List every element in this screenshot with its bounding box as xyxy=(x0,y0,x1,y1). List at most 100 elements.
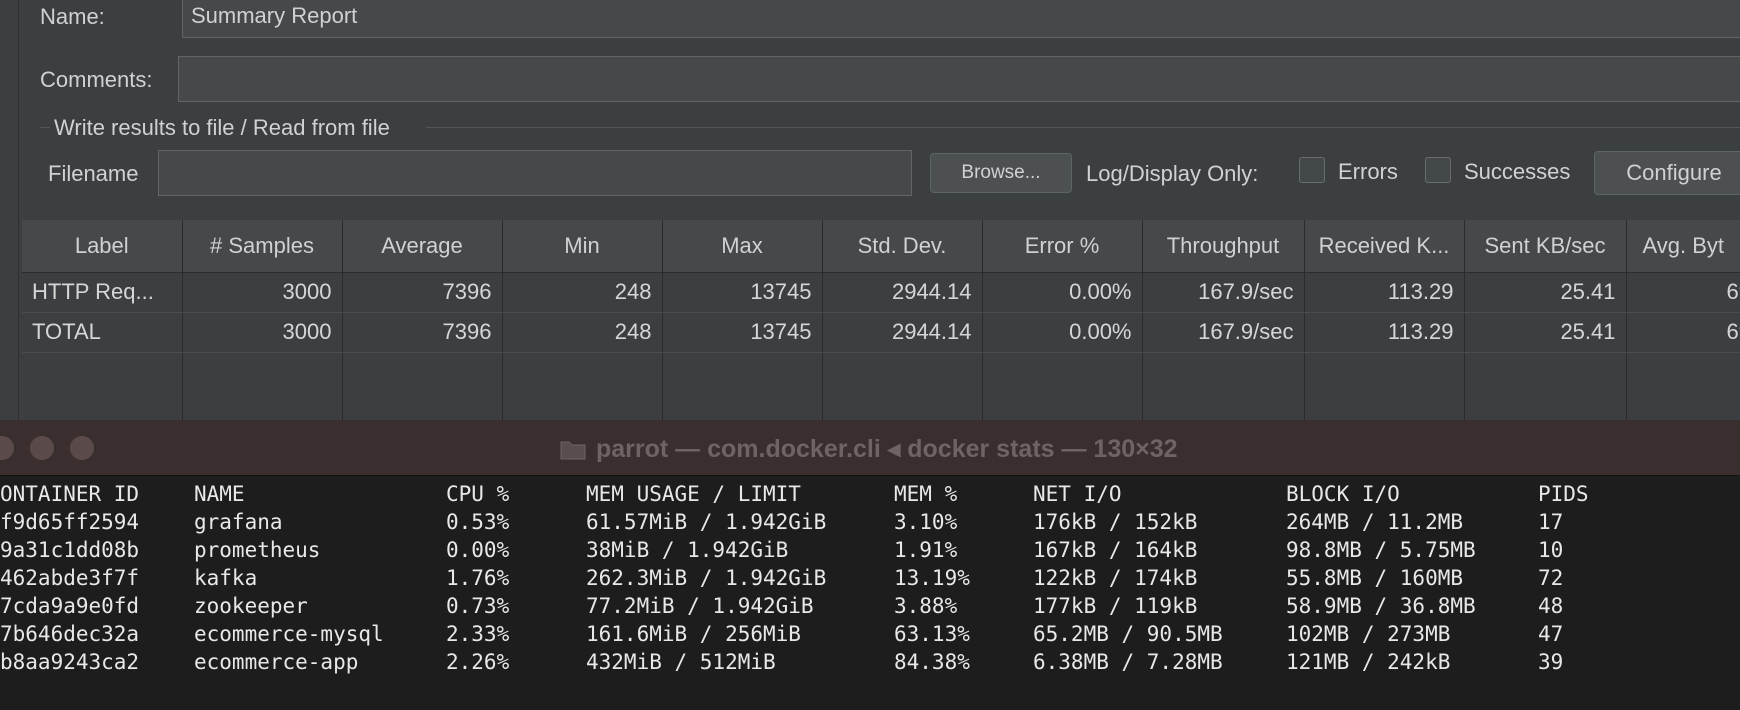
net-io: 6.38MB / 7.28MB xyxy=(1033,650,1223,674)
successes-label: Successes xyxy=(1464,159,1571,184)
stats-row: f9d65ff2594 grafana 0.53% 61.57MiB / 1.9… xyxy=(0,510,1740,538)
terminal-window: parrot — com.docker.cli ◂ docker stats —… xyxy=(0,420,1740,710)
file-group-title: Write results to file / Read from file xyxy=(54,115,390,140)
stats-row: 7cda9a9e0fd zookeeper 0.73% 77.2MiB / 1.… xyxy=(0,594,1740,622)
filename-label: Filename xyxy=(48,161,139,186)
cpu-percent: 0.53% xyxy=(446,510,510,534)
browse-button[interactable]: Browse... xyxy=(930,153,1072,193)
mem-usage: 262.3MiB / 1.942GiB xyxy=(586,566,827,590)
cpu-percent: 0.00% xyxy=(446,538,510,562)
pids: 17 xyxy=(1538,510,1564,534)
column-header[interactable]: Label xyxy=(22,220,183,273)
group-border-left xyxy=(40,127,50,128)
comments-label: Comments: xyxy=(40,67,153,92)
terminal-titlebar[interactable]: parrot — com.docker.cli ◂ docker stats —… xyxy=(0,420,1740,476)
docker-stats-output: ONTAINER ID NAME CPU % MEM USAGE / LIMIT… xyxy=(0,482,1740,678)
zoom-window-button[interactable] xyxy=(70,436,94,460)
table-cell: 7396 xyxy=(342,312,503,353)
group-border-right xyxy=(426,127,1740,128)
block-io: 121MB / 242kB xyxy=(1286,650,1451,674)
table-cell: 25.41 xyxy=(1464,272,1627,313)
mem-percent: 13.19% xyxy=(894,566,970,590)
table-empty-area xyxy=(22,352,1740,420)
stats-header: ONTAINER ID xyxy=(0,482,140,506)
column-header[interactable]: Error % xyxy=(982,220,1143,273)
net-io: 176kB / 152kB xyxy=(1033,510,1198,534)
net-io: 177kB / 119kB xyxy=(1033,594,1198,618)
pids: 72 xyxy=(1538,566,1564,590)
table-cell: 167.9/sec xyxy=(1142,272,1305,313)
stats-row: b8aa9243ca2 ecommerce-app 2.26% 432MiB /… xyxy=(0,650,1740,678)
table-row[interactable]: TOTAL 3000 7396 248 13745 2944.14 0.00% … xyxy=(22,312,1740,353)
mem-percent: 3.88% xyxy=(894,594,958,618)
mem-usage: 38MiB / 1.942GiB xyxy=(586,538,789,562)
cpu-percent: 0.73% xyxy=(446,594,510,618)
container-id: 7cda9a9e0fd xyxy=(0,594,140,618)
name-field-value: Summary Report xyxy=(191,3,358,28)
container-name: kafka xyxy=(194,566,258,590)
stats-header: PIDS xyxy=(1538,482,1589,506)
folder-icon xyxy=(560,438,586,460)
stats-row: 7b646dec32a ecommerce-mysql 2.33% 161.6M… xyxy=(0,622,1740,650)
column-header[interactable]: Sent KB/sec xyxy=(1464,220,1627,273)
column-header[interactable]: Min xyxy=(502,220,663,273)
container-id: f9d65ff2594 xyxy=(0,510,140,534)
container-name: ecommerce-app xyxy=(194,650,359,674)
table-header-row: Label # Samples Average Min Max Std. Dev… xyxy=(22,220,1740,273)
name-label: Name: xyxy=(40,4,105,29)
column-header[interactable]: Std. Dev. xyxy=(822,220,983,273)
successes-checkbox[interactable] xyxy=(1425,157,1451,183)
container-name: prometheus xyxy=(194,538,321,562)
minimize-window-button[interactable] xyxy=(30,436,54,460)
pids: 10 xyxy=(1538,538,1564,562)
column-header[interactable]: Avg. Byt xyxy=(1626,220,1740,273)
configure-button[interactable]: Configure xyxy=(1594,151,1740,195)
stats-header: MEM % xyxy=(894,482,958,506)
cpu-percent: 2.33% xyxy=(446,622,510,646)
cpu-percent: 2.26% xyxy=(446,650,510,674)
block-io: 264MB / 11.2MB xyxy=(1286,510,1464,534)
table-cell: 167.9/sec xyxy=(1142,312,1305,353)
mem-usage: 61.57MiB / 1.942GiB xyxy=(586,510,827,534)
container-id: 7b646dec32a xyxy=(0,622,140,646)
column-header[interactable]: # Samples xyxy=(182,220,343,273)
table-cell: 248 xyxy=(502,312,663,353)
stats-row: 9a31c1dd08b prometheus 0.00% 38MiB / 1.9… xyxy=(0,538,1740,566)
log-display-only-label: Log/Display Only: xyxy=(1086,161,1259,186)
close-window-button[interactable] xyxy=(0,436,14,460)
block-io: 55.8MB / 160MB xyxy=(1286,566,1464,590)
summary-report-panel: Name: Summary Report Comments: Write res… xyxy=(0,0,1740,420)
filename-field[interactable] xyxy=(158,150,912,196)
container-id: b8aa9243ca2 xyxy=(0,650,140,674)
table-cell: 13745 xyxy=(662,272,823,313)
errors-label: Errors xyxy=(1338,159,1398,184)
column-header[interactable]: Received K... xyxy=(1304,220,1465,273)
stats-header: CPU % xyxy=(446,482,510,506)
mem-usage: 77.2MiB / 1.942GiB xyxy=(586,594,814,618)
errors-checkbox[interactable] xyxy=(1299,157,1325,183)
mem-percent: 63.13% xyxy=(894,622,970,646)
table-cell: 0.00% xyxy=(982,272,1143,313)
block-io: 98.8MB / 5.75MB xyxy=(1286,538,1476,562)
block-io: 102MB / 273MB xyxy=(1286,622,1451,646)
mem-usage: 432MiB / 512MiB xyxy=(586,650,776,674)
summary-results-table: Label # Samples Average Min Max Std. Dev… xyxy=(22,220,1740,420)
comments-field[interactable] xyxy=(178,56,1740,102)
table-cell: 2944.14 xyxy=(822,272,983,313)
table-row[interactable]: HTTP Req... 3000 7396 248 13745 2944.14 … xyxy=(22,272,1740,313)
name-field[interactable]: Summary Report xyxy=(182,0,1740,38)
table-cell: 25.41 xyxy=(1464,312,1627,353)
table-cell: 69 xyxy=(1626,312,1740,353)
column-header[interactable]: Max xyxy=(662,220,823,273)
stats-header: NAME xyxy=(194,482,245,506)
table-cell: 69 xyxy=(1626,272,1740,313)
table-cell: HTTP Req... xyxy=(22,272,183,313)
mem-percent: 84.38% xyxy=(894,650,970,674)
pids: 39 xyxy=(1538,650,1564,674)
column-header[interactable]: Average xyxy=(342,220,503,273)
stats-header: MEM USAGE / LIMIT xyxy=(586,482,801,506)
net-io: 167kB / 164kB xyxy=(1033,538,1198,562)
column-header[interactable]: Throughput xyxy=(1142,220,1305,273)
terminal-title: parrot — com.docker.cli ◂ docker stats —… xyxy=(596,435,1178,463)
panel-divider xyxy=(18,0,19,420)
